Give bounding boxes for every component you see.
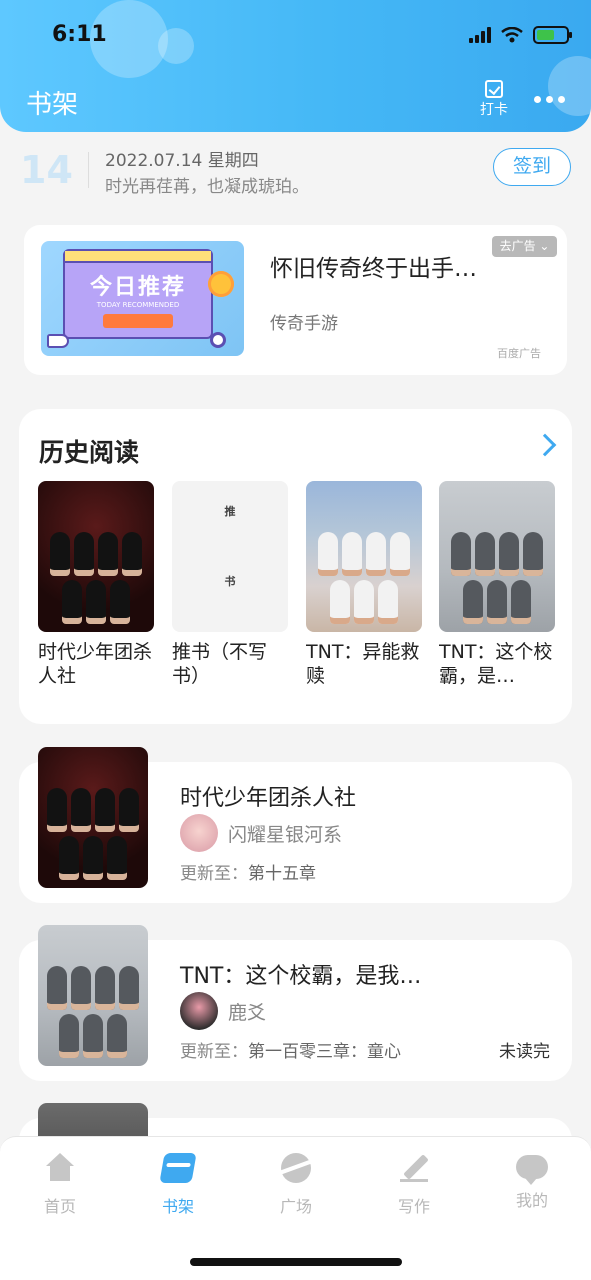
- decor-bubble: [158, 28, 194, 64]
- history-book[interactable]: TNT：异能救赎: [306, 481, 422, 688]
- nav-label: 写作: [397, 1197, 430, 1216]
- write-icon: [398, 1153, 430, 1183]
- more-icon[interactable]: [534, 96, 565, 103]
- calendar-check-icon: [485, 80, 503, 98]
- author-row: 闪耀星银河系: [180, 814, 342, 852]
- status-icons: [469, 26, 572, 44]
- daily-quote: 时光再荏苒，也凝成琥珀。: [105, 177, 309, 197]
- author-name: 鹿爻: [228, 1001, 267, 1024]
- book-title[interactable]: 推书（不写书）: [172, 640, 288, 688]
- book-title[interactable]: TNT：这个校霸，是我…: [180, 958, 421, 990]
- ad-image-subtitle: TODAY RECOMMENDED: [96, 301, 180, 309]
- magnifier-icon: [210, 332, 226, 348]
- book-title[interactable]: 时代少年团杀人社: [180, 780, 356, 812]
- cover-text: 推: [224, 505, 236, 518]
- day-number: 14: [20, 148, 73, 192]
- megaphone-icon: [47, 334, 69, 348]
- avatar: [180, 992, 218, 1030]
- update-prefix: 更新至：: [180, 864, 248, 884]
- latest-chapter: 第十五章: [248, 864, 316, 884]
- ad-image-title: 今日推荐: [89, 275, 186, 300]
- bookshelf-item[interactable]: 时代少年团杀人社 闪耀星银河系 更新至：第十五章: [19, 747, 572, 903]
- ad-image-window: 今日推荐 TODAY RECOMMENDED: [63, 249, 213, 339]
- signal-icon: [469, 27, 491, 43]
- wifi-icon: [501, 27, 523, 43]
- chevron-right-icon[interactable]: [533, 433, 557, 457]
- book-title[interactable]: TNT：这个校霸，是…: [439, 640, 555, 688]
- update-prefix: 更新至：: [180, 1042, 248, 1062]
- ad-provider: 百度广告: [497, 347, 541, 360]
- nav-write[interactable]: 写作: [369, 1153, 459, 1217]
- ad-image[interactable]: 今日推荐 TODAY RECOMMENDED: [41, 241, 244, 356]
- nav-home[interactable]: 首页: [15, 1153, 105, 1217]
- nav-bookshelf[interactable]: 书架: [133, 1153, 223, 1217]
- signin-button[interactable]: 签到: [493, 148, 571, 186]
- status-time: 6:11: [52, 22, 107, 47]
- book-cover[interactable]: 推 书: [172, 481, 288, 632]
- author-row: 鹿爻: [180, 992, 266, 1030]
- nav-plaza[interactable]: 广场: [251, 1153, 341, 1217]
- chat-profile-icon: [516, 1155, 548, 1185]
- book-cover[interactable]: [38, 481, 154, 632]
- ad-image-button: [103, 314, 173, 328]
- remove-ad-button[interactable]: 去广告 ⌄: [492, 236, 557, 257]
- nav-label: 我的: [515, 1191, 548, 1210]
- update-info: 更新至：第一百零三章：童心: [180, 1037, 401, 1062]
- bookshelf-icon: [159, 1153, 197, 1183]
- ad-source: 传奇手游: [270, 314, 338, 334]
- history-book[interactable]: 时代少年团杀人社: [38, 481, 154, 688]
- page-title: 书架: [26, 90, 79, 120]
- history-book[interactable]: TNT：这个校霸，是…: [439, 481, 555, 688]
- ad-title[interactable]: 怀旧传奇终于出手…: [270, 249, 477, 283]
- divider: [88, 152, 89, 188]
- top-header: 6:11 书架 打卡: [0, 0, 591, 132]
- book-cover[interactable]: [306, 481, 422, 632]
- home-icon: [44, 1153, 76, 1183]
- nav-label: 首页: [43, 1197, 76, 1216]
- history-book[interactable]: 推 书 推书（不写书）: [172, 481, 288, 688]
- book-title[interactable]: TNT：异能救赎: [306, 640, 422, 688]
- history-title: 历史阅读: [39, 438, 140, 467]
- date-text: 2022.07.14 星期四: [105, 151, 259, 171]
- plaza-icon: [281, 1153, 311, 1183]
- nav-label: 广场: [279, 1197, 312, 1216]
- nav-label: 书架: [161, 1197, 194, 1216]
- bookshelf-item[interactable]: TNT：这个校霸，是我… 鹿爻 更新至：第一百零三章：童心 未读完: [19, 925, 572, 1081]
- book-cover[interactable]: [38, 747, 148, 888]
- decor-bubble: [548, 56, 591, 116]
- checkin-button[interactable]: 打卡: [476, 80, 512, 119]
- battery-icon: [533, 26, 572, 44]
- update-info: 更新至：第十五章: [180, 859, 316, 884]
- cover-text: 书: [224, 575, 236, 588]
- avatar: [180, 814, 218, 852]
- book-title[interactable]: 时代少年团杀人社: [38, 640, 154, 688]
- ad-card[interactable]: 今日推荐 TODAY RECOMMENDED 怀旧传奇终于出手… 传奇手游 去广…: [24, 225, 567, 375]
- unread-status: 未读完: [499, 1042, 550, 1062]
- book-cover[interactable]: [38, 925, 148, 1066]
- history-card: 历史阅读 时代少年团杀人社 推 书 推书（不写书） TNT：异能救赎 TNT：这…: [19, 409, 572, 724]
- checkin-label: 打卡: [480, 102, 508, 118]
- book-cover[interactable]: [439, 481, 555, 632]
- author-name: 闪耀星银河系: [228, 823, 343, 846]
- nav-mine[interactable]: 我的: [487, 1153, 577, 1211]
- home-indicator[interactable]: [190, 1258, 402, 1266]
- planet-icon: [208, 271, 234, 297]
- latest-chapter: 第一百零三章：童心: [248, 1042, 401, 1062]
